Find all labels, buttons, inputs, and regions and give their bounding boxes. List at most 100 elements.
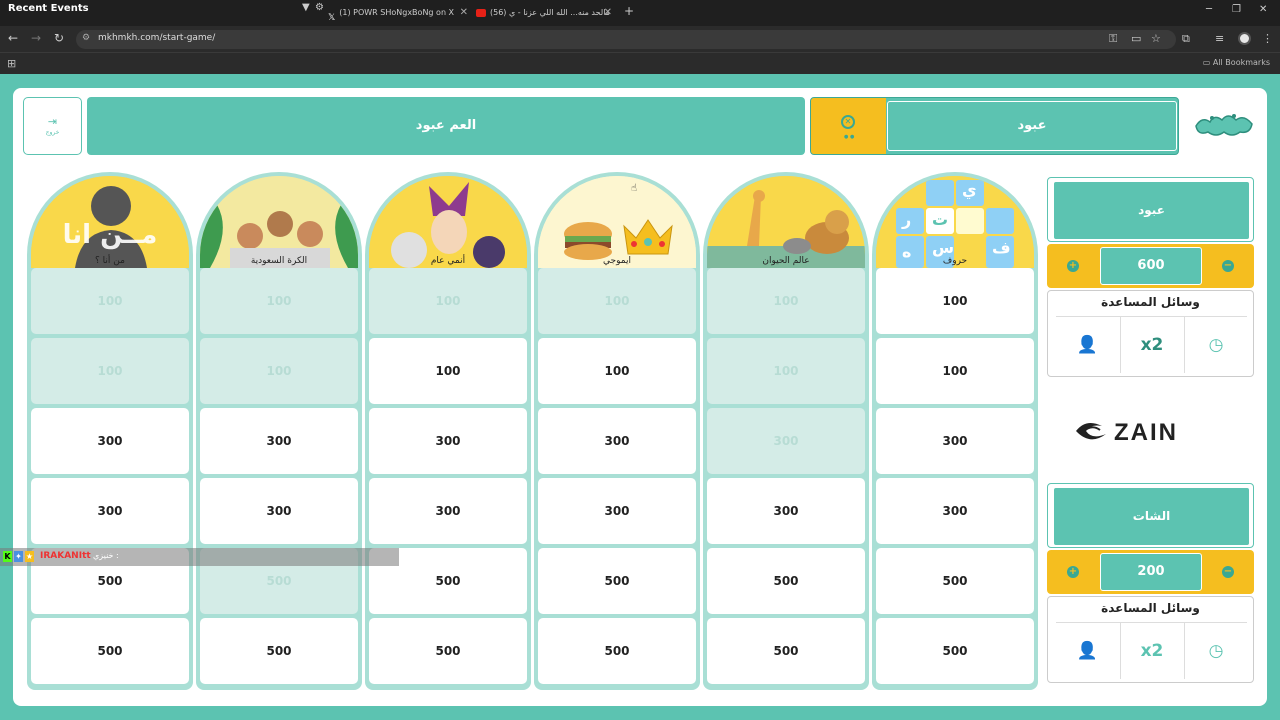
team-name-box: عبود: [1047, 177, 1254, 242]
question-cell[interactable]: 300: [369, 478, 527, 544]
filter-icon[interactable]: ▼: [302, 2, 310, 13]
question-cell[interactable]: 300: [876, 478, 1034, 544]
question-cell[interactable]: 300: [876, 408, 1034, 474]
browser-tabbar: Recent Events ▼ ⚙ 𝕏 (1) POWR SHoNgxBoNg o…: [0, 0, 1280, 26]
profile-avatar[interactable]: [1238, 32, 1251, 45]
chat-message: خنيزي :: [93, 551, 119, 560]
question-cell: 100: [200, 268, 358, 334]
question-cell[interactable]: 100: [876, 338, 1034, 404]
question-cell[interactable]: 500: [31, 618, 189, 684]
close-tab-icon[interactable]: ✕: [604, 4, 612, 22]
question-cell: 100: [707, 268, 865, 334]
question-cell[interactable]: 300: [31, 408, 189, 474]
team-card-2: الشات + 200 − وسائل المساعدة 👤 x2 ◷: [1047, 483, 1254, 683]
team-name-box: الشات: [1047, 483, 1254, 548]
apps-grid-icon[interactable]: ⊞: [7, 57, 16, 70]
zain-sponsor-logo: ZAIN: [1076, 419, 1178, 446]
category-title: من أنا ؟: [95, 256, 125, 266]
all-bookmarks[interactable]: ▭ All Bookmarks: [1203, 58, 1270, 67]
minus-icon[interactable]: −: [1222, 260, 1234, 272]
tab-x[interactable]: 𝕏 (1) POWR SHoNgxBoNg on X ✕: [328, 4, 468, 22]
question-cell[interactable]: 500: [707, 618, 865, 684]
category-column-who-am-i: مــن انا من أنا ؟ 100 100 300 300 500 500: [27, 172, 193, 690]
question-cell[interactable]: 100: [876, 268, 1034, 334]
menu-icon[interactable]: ⋮: [1262, 32, 1273, 45]
question-cell[interactable]: 500: [200, 618, 358, 684]
swap-turn-icon: ✕: [841, 115, 855, 129]
category-title: ايموجي: [603, 256, 631, 266]
category-title: حروف: [942, 256, 968, 266]
category-column-saudi-football: الكرة السعودية 100 100 300 300 500 500: [196, 172, 362, 690]
media-icon[interactable]: ≡: [1215, 32, 1224, 45]
team-active-bar: ✕ ● ● عبود: [810, 97, 1179, 155]
back-icon[interactable]: ←: [8, 31, 18, 45]
extensions-icon[interactable]: ⧉: [1182, 32, 1190, 46]
question-cell[interactable]: 300: [707, 478, 865, 544]
url-text[interactable]: mkhmkh.com/start-game/: [98, 33, 215, 43]
turn-indicator[interactable]: ✕ ● ●: [811, 98, 886, 154]
category-column-anime: أنمي عام 100 100 300 300 500 500: [365, 172, 531, 690]
question-cell[interactable]: 300: [31, 478, 189, 544]
question-cell[interactable]: 500: [707, 548, 865, 614]
question-cell[interactable]: 500: [876, 548, 1034, 614]
x-logo-icon: 𝕏: [328, 12, 336, 23]
question-cell: 100: [31, 268, 189, 334]
site-info-icon[interactable]: ⚙: [82, 33, 90, 43]
category-title: الكرة السعودية: [250, 256, 308, 266]
youtube-icon: [476, 8, 486, 17]
question-cell[interactable]: 500: [876, 618, 1034, 684]
bookmarks-bar: ⊞ ▭ All Bookmarks: [0, 52, 1280, 74]
question-cell[interactable]: 300: [200, 478, 358, 544]
tab-youtube[interactable]: (56) مالحد منه... الله اللي عزنا - ي ✕: [476, 4, 612, 22]
address-toolbar: ← → ↻ ⚙ mkhmkh.com/start-game/ ⚿ ▭ ☆ ⧉ ≡…: [0, 26, 1280, 52]
question-cell[interactable]: 300: [369, 408, 527, 474]
badge-icon: ★: [25, 551, 34, 562]
folder-icon: ▭: [1202, 58, 1213, 67]
question-cell: 100: [31, 338, 189, 404]
question-cell[interactable]: 100: [538, 338, 696, 404]
forward-icon[interactable]: →: [31, 31, 41, 45]
double-points-aid[interactable]: x2: [1120, 623, 1183, 679]
restore-icon[interactable]: ❐: [1232, 4, 1241, 15]
question-cell[interactable]: 100: [369, 338, 527, 404]
badge-icon: ✦: [14, 551, 23, 562]
address-bar[interactable]: ⚙ mkhmkh.com/start-game/ ⚿ ▭ ☆: [76, 30, 1176, 49]
mkhmkh-logo: [1195, 114, 1253, 136]
help-aids-panel: وسائل المساعدة 👤 x2 ◷: [1047, 596, 1254, 683]
timer-icon: ◷: [1208, 641, 1224, 661]
call-friend-aid[interactable]: 👤: [1056, 317, 1119, 373]
close-window-icon[interactable]: ✕: [1259, 4, 1267, 15]
close-tab-icon[interactable]: ✕: [460, 4, 468, 22]
team-inactive-bar: العم عبود: [87, 97, 805, 155]
chat-overlay: K ✦ ★ IRAKANItt خنيزي :: [0, 548, 399, 566]
category-column-emoji: ايموجي 100 100 300 300 500 500: [534, 172, 700, 690]
timer-aid[interactable]: ◷: [1184, 623, 1247, 679]
question-cell[interactable]: 300: [538, 478, 696, 544]
x2-icon: x2: [1140, 335, 1164, 355]
question-cell[interactable]: 300: [538, 408, 696, 474]
minimize-icon[interactable]: ─: [1206, 4, 1212, 15]
plus-icon[interactable]: +: [1067, 260, 1079, 272]
new-tab-button[interactable]: +: [624, 4, 634, 18]
team-card-1: عبود + 600 − وسائل المساعدة 👤 x2 ◷: [1047, 177, 1254, 377]
plus-icon[interactable]: +: [1067, 566, 1079, 578]
svg-text:ZAIN: ZAIN: [1114, 419, 1178, 446]
question-cell[interactable]: 300: [200, 408, 358, 474]
timer-aid[interactable]: ◷: [1184, 317, 1247, 373]
reload-icon[interactable]: ↻: [54, 31, 64, 45]
password-key-icon[interactable]: ⚿: [1109, 32, 1117, 46]
timer-icon: ◷: [1208, 335, 1224, 355]
gear-icon[interactable]: ⚙: [315, 2, 324, 13]
question-cell[interactable]: 500: [538, 548, 696, 614]
question-cell[interactable]: 500: [369, 618, 527, 684]
call-friend-aid[interactable]: 👤: [1056, 623, 1119, 679]
bookmark-star-icon[interactable]: ☆: [1151, 32, 1161, 45]
exit-button[interactable]: ⇥ خروج: [23, 97, 82, 155]
kick-icon: K: [3, 551, 12, 562]
question-cell[interactable]: 500: [538, 618, 696, 684]
team-score: 200: [1100, 553, 1202, 591]
double-points-aid[interactable]: x2: [1120, 317, 1183, 373]
minus-icon[interactable]: −: [1222, 566, 1234, 578]
question-cell: 100: [707, 338, 865, 404]
cast-icon[interactable]: ▭: [1131, 32, 1141, 45]
